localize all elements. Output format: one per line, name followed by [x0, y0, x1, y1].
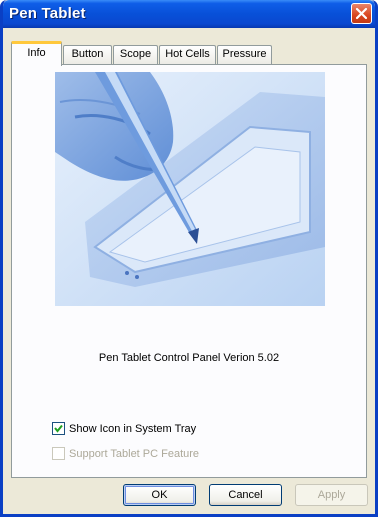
info-tab-panel: Pen Tablet Control Panel Verion 5.02 Sho…	[11, 64, 367, 478]
pen-tablet-window: Pen Tablet Info Button Scope Hot Cells P…	[0, 0, 378, 517]
checkmark-icon	[54, 424, 63, 433]
tab-button[interactable]: Button	[63, 45, 112, 64]
tablet-illustration	[55, 72, 325, 306]
tablet-pc-row: Support Tablet PC Feature	[52, 447, 199, 460]
close-icon	[355, 7, 368, 20]
title-bar[interactable]: Pen Tablet	[3, 0, 375, 28]
version-label: Pen Tablet Control Panel Verion 5.02	[98, 352, 280, 364]
cancel-button[interactable]: Cancel	[209, 484, 282, 506]
tab-info[interactable]: Info	[11, 41, 62, 66]
tablet-pc-checkbox	[52, 447, 65, 460]
tab-pressure[interactable]: Pressure	[217, 45, 272, 64]
window-title: Pen Tablet	[9, 5, 86, 22]
show-icon-checkbox[interactable]	[52, 422, 65, 435]
close-button[interactable]	[351, 3, 372, 24]
tablet-pc-label: Support Tablet PC Feature	[69, 447, 200, 460]
show-icon-label: Show Icon in System Tray	[69, 422, 197, 435]
tab-hot-cells[interactable]: Hot Cells	[159, 45, 216, 64]
apply-button: Apply	[295, 484, 368, 506]
tab-scope[interactable]: Scope	[113, 45, 158, 64]
ok-button[interactable]: OK	[123, 484, 196, 506]
show-icon-row[interactable]: Show Icon in System Tray	[52, 422, 196, 435]
